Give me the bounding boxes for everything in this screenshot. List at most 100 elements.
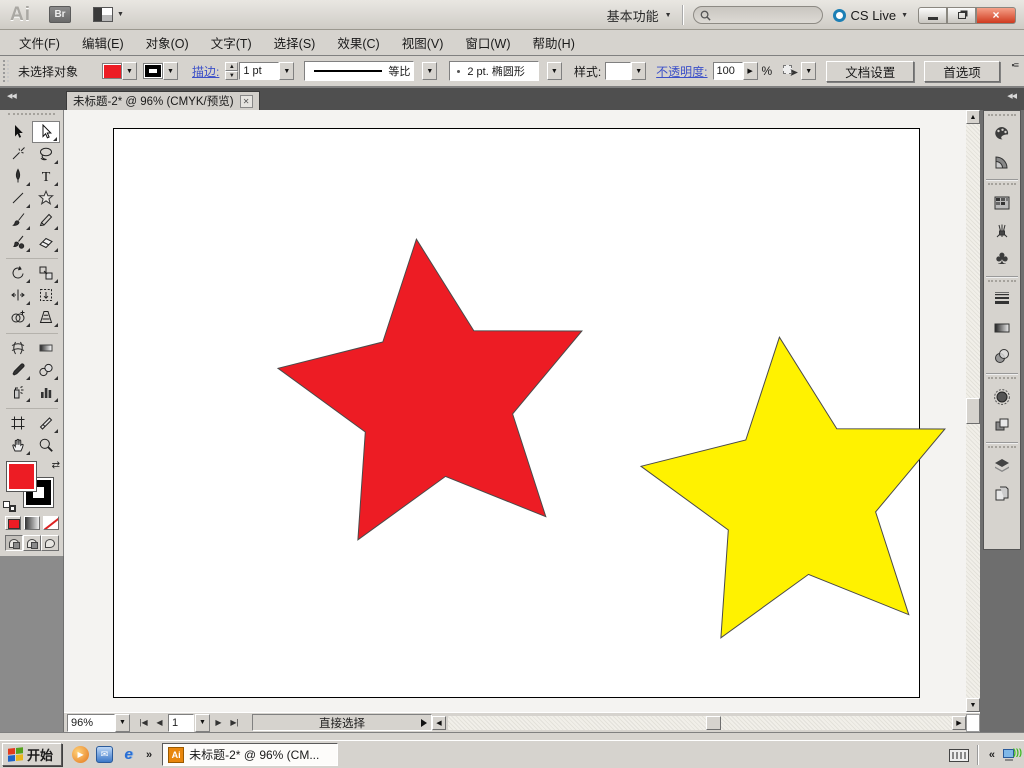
gradient-tool[interactable] — [32, 337, 60, 359]
pencil-tool[interactable] — [32, 209, 60, 231]
dock-grip[interactable] — [988, 446, 1016, 451]
artboards-panel-icon[interactable] — [984, 480, 1020, 508]
type-tool[interactable]: T — [32, 165, 60, 187]
opacity-link[interactable]: 不透明度: — [656, 63, 707, 80]
width-profile-select[interactable]: 等比 — [304, 61, 415, 81]
vertical-scrollbar[interactable]: ▲ ▼ — [966, 110, 980, 712]
vertical-scrollbar-thumb[interactable] — [966, 398, 980, 424]
document-tab-close-icon[interactable]: ✕ — [239, 94, 253, 108]
gradient-button[interactable] — [23, 516, 40, 530]
document-tab[interactable]: 未标题-2* @ 96% (CMYK/预览) ✕ — [66, 91, 260, 110]
menu-edit[interactable]: 编辑(E) — [71, 29, 135, 56]
transparency-panel-icon[interactable] — [984, 342, 1020, 370]
lasso-tool[interactable] — [32, 143, 60, 165]
appearance-panel-icon[interactable] — [984, 383, 1020, 411]
paintbrush-tool[interactable] — [4, 209, 32, 231]
slice-tool[interactable] — [32, 412, 60, 434]
direct-selection-tool[interactable] — [31, 121, 60, 143]
scroll-down-icon[interactable]: ▼ — [966, 698, 980, 712]
opacity-dropdown[interactable]: ▶ — [742, 62, 758, 80]
arrange-documents-caret-icon[interactable]: ▼ — [117, 11, 124, 18]
draw-behind-mode-button[interactable] — [22, 535, 41, 551]
menu-file[interactable]: 文件(F) — [8, 29, 71, 56]
fill-color-swatch[interactable] — [102, 63, 123, 79]
horizontal-scrollbar-thumb[interactable] — [706, 715, 721, 730]
close-button[interactable]: × — [976, 6, 1016, 24]
stroke-color-dropdown[interactable]: ▼ — [163, 62, 179, 80]
menu-help[interactable]: 帮助(H) — [522, 29, 586, 56]
quick-launch-overflow-icon[interactable]: » — [146, 749, 152, 761]
pen-tool[interactable] — [4, 165, 32, 187]
first-artboard-icon[interactable]: |◀ — [136, 715, 151, 731]
stroke-panel-icon[interactable] — [984, 286, 1020, 314]
stroke-color-swatch[interactable] — [143, 63, 164, 79]
zoom-tool[interactable] — [32, 434, 60, 456]
perspective-grid-tool[interactable] — [32, 306, 60, 328]
toolbar-collapse-icon[interactable]: ◀◀ — [7, 92, 17, 100]
shape-builder-tool[interactable] — [4, 306, 32, 328]
scale-tool[interactable] — [32, 262, 60, 284]
gradient-panel-icon[interactable] — [984, 314, 1020, 342]
stroke-panel-link[interactable]: 描边: — [192, 63, 219, 80]
illustrator-task-button[interactable]: Ai 未标题-2* @ 96% (CM... — [162, 743, 339, 766]
horizontal-scrollbar[interactable] — [448, 715, 952, 730]
cs-live-menu[interactable]: CS Live ▼ — [832, 8, 908, 23]
mesh-tool[interactable] — [4, 337, 32, 359]
isolate-dropdown[interactable]: ▼ — [801, 62, 817, 80]
graphic-styles-panel-icon[interactable] — [984, 411, 1020, 439]
brushes-panel-icon[interactable] — [984, 217, 1020, 245]
tray-collapse-icon[interactable]: « — [989, 749, 995, 761]
scroll-up-icon[interactable]: ▲ — [966, 110, 980, 124]
isolate-selected-object-icon[interactable]: ➤ — [782, 63, 800, 79]
bridge-button[interactable]: Br — [49, 6, 71, 23]
arrange-documents-icon[interactable] — [93, 7, 113, 22]
yellow-star-shape[interactable] — [639, 336, 946, 639]
color-guide-panel-icon[interactable] — [984, 148, 1020, 176]
internet-explorer-icon[interactable]: e — [120, 746, 137, 763]
stroke-width-dropdown[interactable]: ▼ — [279, 62, 295, 80]
color-button[interactable] — [4, 516, 21, 530]
network-status-icon[interactable]: ))) — [1003, 747, 1022, 763]
stroke-width-stepper[interactable]: ▲ ▼ — [225, 62, 239, 80]
last-artboard-icon[interactable]: ▶| — [227, 715, 242, 731]
symbols-panel-icon[interactable]: ♣ — [984, 245, 1020, 273]
width-tool[interactable] — [4, 284, 32, 306]
media-player-icon[interactable]: ▶ — [72, 746, 90, 763]
color-panel-icon[interactable] — [984, 120, 1020, 148]
zoom-level-dropdown[interactable]: ▼ — [115, 713, 130, 732]
artboard-number-field[interactable]: 1 — [168, 713, 194, 732]
minimize-button[interactable] — [918, 6, 947, 24]
previous-artboard-icon[interactable]: ◀ — [152, 715, 167, 731]
status-display[interactable]: 直接选择 — [252, 714, 432, 731]
menu-view[interactable]: 视图(V) — [391, 29, 455, 56]
style-dropdown[interactable]: ▼ — [631, 62, 647, 80]
swatches-panel-icon[interactable] — [984, 189, 1020, 217]
draw-normal-mode-button[interactable] — [4, 535, 23, 551]
canvas-area[interactable] — [64, 110, 966, 712]
eyedropper-tool[interactable] — [4, 359, 32, 381]
star-tool[interactable] — [32, 187, 60, 209]
preferences-button[interactable]: 首选项 — [924, 60, 1000, 82]
width-profile-dropdown[interactable]: ▼ — [422, 62, 438, 80]
search-input[interactable] — [692, 6, 823, 24]
fill-color-dropdown[interactable]: ▼ — [122, 62, 138, 80]
mail-icon[interactable]: ✉ — [96, 746, 114, 763]
menu-effect[interactable]: 效果(C) — [326, 29, 390, 56]
menu-select[interactable]: 选择(S) — [263, 29, 327, 56]
magic-wand-tool[interactable] — [4, 143, 32, 165]
artboard-number-dropdown[interactable]: ▼ — [195, 713, 210, 732]
scroll-right-icon[interactable]: ▶ — [952, 715, 966, 730]
symbol-sprayer-tool[interactable] — [4, 381, 32, 403]
input-method-icon[interactable] — [948, 748, 969, 762]
hand-tool[interactable] — [4, 434, 32, 456]
menu-type[interactable]: 文字(T) — [200, 29, 263, 56]
line-segment-tool[interactable] — [4, 187, 32, 209]
dock-collapse-icon[interactable]: ◀◀ — [1007, 92, 1017, 100]
restore-button[interactable] — [947, 6, 976, 24]
eraser-tool[interactable] — [32, 231, 60, 253]
draw-inside-mode-button[interactable] — [40, 535, 59, 551]
none-button[interactable] — [42, 516, 59, 530]
zoom-level-field[interactable]: 96% — [67, 713, 115, 732]
workspace-switcher[interactable]: 基本功能 ▼ — [607, 6, 672, 25]
dock-grip[interactable] — [988, 377, 1016, 382]
